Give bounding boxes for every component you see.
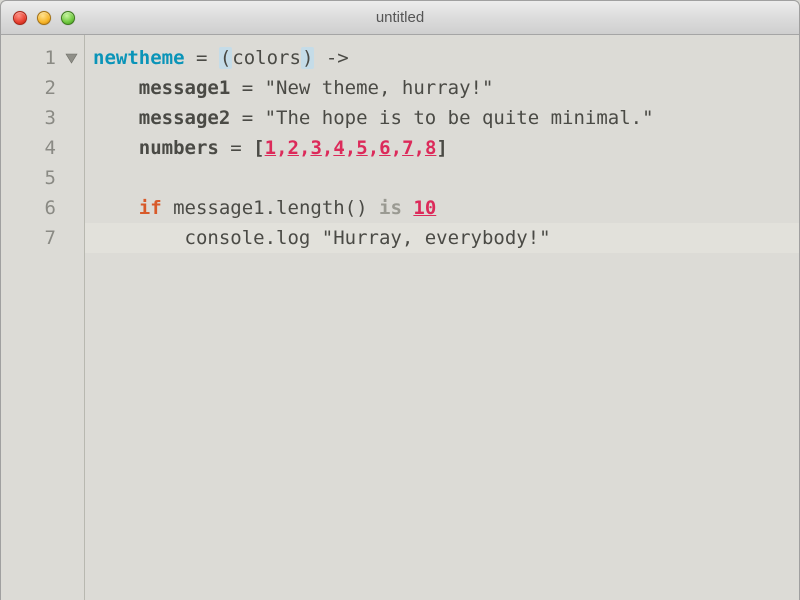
gutter-line[interactable]: 4 <box>1 133 84 163</box>
code-line[interactable]: message2 = "The hope is to be quite mini… <box>85 103 799 133</box>
tok-comma: , <box>414 137 425 159</box>
tok-string: "Hurray, everybody!" <box>322 227 551 249</box>
space <box>162 197 173 219</box>
tok-operator: = <box>185 47 219 69</box>
gutter: 1 2 3 4 5 6 7 <box>1 35 85 600</box>
indent <box>93 197 139 219</box>
gutter-line[interactable]: 6 <box>1 193 84 223</box>
tok-number: 6 <box>379 137 390 159</box>
code-line[interactable] <box>85 163 799 193</box>
line-number: 2 <box>45 77 56 99</box>
line-number: 4 <box>45 137 56 159</box>
tok-param: colors <box>232 47 301 69</box>
indent <box>93 227 185 249</box>
tok-arrow: -> <box>314 47 348 69</box>
editor: 1 2 3 4 5 6 7 newtheme = (colors) -> mes… <box>1 35 799 600</box>
tok-operator: = <box>230 107 264 129</box>
tok-paren: ) <box>301 47 314 69</box>
fold-arrow-icon[interactable] <box>64 51 79 66</box>
tok-string: "The hope is to be quite minimal." <box>265 107 654 129</box>
indent <box>93 137 139 159</box>
indent <box>93 77 139 99</box>
gutter-line[interactable]: 5 <box>1 163 84 193</box>
space <box>368 197 379 219</box>
tok-bracket: ] <box>436 137 447 159</box>
space <box>402 197 413 219</box>
traffic-lights <box>13 11 75 25</box>
code-line[interactable]: message1 = "New theme, hurray!" <box>85 73 799 103</box>
line-number: 3 <box>45 107 56 129</box>
tok-number: 7 <box>402 137 413 159</box>
tok-number: 2 <box>288 137 299 159</box>
tok-operator: = <box>230 77 264 99</box>
line-number: 7 <box>45 227 56 249</box>
tok-operator: = <box>219 137 253 159</box>
tok-comma: , <box>299 137 310 159</box>
minimize-icon[interactable] <box>37 11 51 25</box>
tok-number: 1 <box>265 137 276 159</box>
tok-bracket: [ <box>253 137 264 159</box>
tok-expression: message1.length() <box>173 197 367 219</box>
zoom-icon[interactable] <box>61 11 75 25</box>
tok-number: 5 <box>356 137 367 159</box>
close-icon[interactable] <box>13 11 27 25</box>
code-line[interactable]: numbers = [1,2,3,4,5,6,7,8] <box>85 133 799 163</box>
tok-comma: , <box>391 137 402 159</box>
tok-comma: , <box>322 137 333 159</box>
tok-paren: ( <box>219 47 232 69</box>
tok-identifier: message1 <box>139 77 231 99</box>
titlebar: untitled <box>1 1 799 35</box>
gutter-line[interactable]: 1 <box>1 43 84 73</box>
code-line[interactable]: newtheme = (colors) -> <box>85 43 799 73</box>
gutter-line[interactable]: 3 <box>1 103 84 133</box>
line-number: 1 <box>45 47 56 69</box>
tok-keyword-is: is <box>379 197 402 219</box>
code-line-current[interactable]: console.log "Hurray, everybody!" <box>85 223 799 253</box>
tok-identifier: message2 <box>139 107 231 129</box>
tok-expression: console.log <box>185 227 322 249</box>
window-title: untitled <box>1 9 799 26</box>
tok-function-name: newtheme <box>93 47 185 69</box>
gutter-line[interactable]: 7 <box>1 223 84 253</box>
line-number: 5 <box>45 167 56 189</box>
indent <box>93 107 139 129</box>
tok-comma: , <box>276 137 287 159</box>
tok-number: 10 <box>413 197 436 219</box>
tok-comma: , <box>345 137 356 159</box>
tok-identifier: numbers <box>139 137 219 159</box>
line-number: 6 <box>45 197 56 219</box>
gutter-line[interactable]: 2 <box>1 73 84 103</box>
code-area[interactable]: newtheme = (colors) -> message1 = "New t… <box>85 35 799 600</box>
tok-string: "New theme, hurray!" <box>265 77 494 99</box>
tok-comma: , <box>368 137 379 159</box>
code-line[interactable]: if message1.length() is 10 <box>85 193 799 223</box>
tok-number: 8 <box>425 137 436 159</box>
tok-number: 3 <box>310 137 321 159</box>
tok-number: 4 <box>333 137 344 159</box>
tok-keyword-if: if <box>139 197 162 219</box>
